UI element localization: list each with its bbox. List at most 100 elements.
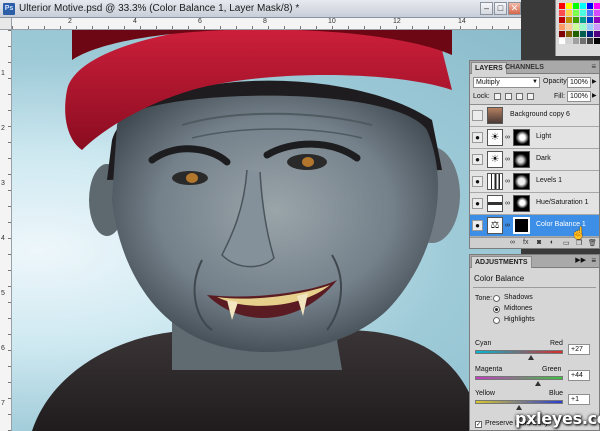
color-swatch[interactable]	[566, 3, 572, 9]
color-swatch[interactable]	[566, 10, 572, 16]
folder-icon[interactable]: ▭	[563, 239, 570, 247]
eye-icon[interactable]: ●	[472, 154, 483, 165]
color-swatch[interactable]	[580, 17, 586, 23]
layer-mask-thumbnail[interactable]	[513, 129, 530, 146]
color-swatch[interactable]	[559, 17, 565, 23]
color-swatch[interactable]	[587, 31, 593, 37]
color-swatch[interactable]	[566, 24, 572, 30]
color-swatch[interactable]	[559, 31, 565, 37]
color-swatch[interactable]	[580, 3, 586, 9]
color-swatch[interactable]	[566, 31, 572, 37]
color-swatch[interactable]	[566, 38, 572, 44]
close-button[interactable]: ✕	[508, 2, 521, 15]
opacity-slider-icon[interactable]: ▶	[592, 78, 597, 85]
fill-slider-icon[interactable]: ▶	[592, 92, 597, 99]
color-balance-thumbnail: ⚖	[487, 217, 503, 234]
eye-icon[interactable]: ●	[472, 220, 483, 231]
color-swatch[interactable]	[573, 17, 579, 23]
tab-channels[interactable]: CHANNELS	[502, 62, 547, 74]
color-swatch[interactable]	[594, 10, 600, 16]
fx-icon[interactable]: fx	[523, 239, 528, 246]
color-swatch[interactable]	[587, 24, 593, 30]
opacity-input[interactable]: 100%	[567, 77, 591, 88]
color-swatch[interactable]	[594, 24, 600, 30]
tone-shadows-radio[interactable]	[493, 295, 500, 302]
collapse-panel-icon[interactable]: ▶▶	[575, 256, 586, 264]
tab-adjustments[interactable]: ADJUSTMENTS	[471, 256, 532, 268]
lock-pixels-button[interactable]	[505, 93, 512, 100]
tone-highlights-radio[interactable]	[493, 317, 500, 324]
panel-menu-icon[interactable]: ≡	[591, 256, 596, 265]
color-swatch[interactable]	[587, 3, 593, 9]
magenta-green-input[interactable]: +44	[568, 370, 590, 381]
cyan-red-slider[interactable]	[475, 350, 563, 354]
color-swatch[interactable]	[594, 3, 600, 9]
color-swatch[interactable]	[594, 38, 600, 44]
maximize-button[interactable]: □	[494, 2, 507, 15]
color-swatch[interactable]	[580, 10, 586, 16]
visibility-toggle[interactable]	[472, 110, 483, 121]
fill-input[interactable]: 100%	[567, 91, 591, 102]
slider-right-label: Green	[542, 366, 562, 373]
color-swatch[interactable]	[587, 17, 593, 23]
color-swatch[interactable]	[566, 17, 572, 23]
eye-icon[interactable]: ●	[472, 176, 483, 187]
color-swatch[interactable]	[559, 3, 565, 9]
magenta-green-knob[interactable]	[535, 381, 542, 386]
layer-mask-thumbnail[interactable]	[513, 151, 530, 168]
link-icon[interactable]: ∞	[510, 239, 515, 246]
color-swatch[interactable]	[594, 17, 600, 23]
lock-position-button[interactable]	[516, 93, 523, 100]
color-swatch[interactable]	[573, 24, 579, 30]
adjustment-icon[interactable]: ◐	[550, 239, 554, 246]
minimize-button[interactable]: –	[480, 2, 493, 15]
mask-icon[interactable]: ◙	[537, 239, 541, 246]
layer-row[interactable]: Background copy 6	[470, 105, 599, 127]
lock-transparency-button[interactable]	[494, 93, 501, 100]
layer-row[interactable]: ● ☀ ∞ Dark	[470, 149, 599, 171]
tone-midtones-radio[interactable]	[493, 306, 500, 313]
lock-all-button[interactable]	[527, 93, 534, 100]
vertical-ruler[interactable]: 1 2 3 4 5 6 7	[0, 30, 12, 431]
adjustment-thumbnail: ☀	[487, 129, 503, 146]
image-canvas[interactable]	[12, 30, 521, 431]
cyan-red-knob[interactable]	[527, 355, 534, 360]
fill-label: Fill:	[554, 93, 565, 100]
color-swatch[interactable]	[573, 31, 579, 37]
document-titlebar[interactable]: Ps Ulterior Motive.psd @ 33.3% (Color Ba…	[0, 0, 521, 18]
trash-icon[interactable]: 🗑	[588, 239, 597, 247]
color-swatch[interactable]	[580, 31, 586, 37]
color-swatch[interactable]	[594, 31, 600, 37]
layer-name: Levels 1	[536, 177, 563, 184]
color-swatch[interactable]	[573, 3, 579, 9]
magenta-green-slider[interactable]	[475, 376, 563, 380]
layer-mask-thumbnail[interactable]	[513, 195, 530, 212]
layer-mask-thumbnail[interactable]	[513, 173, 530, 190]
layer-mask-thumbnail[interactable]	[513, 217, 530, 234]
color-swatch[interactable]	[573, 10, 579, 16]
cyan-red-input[interactable]: +27	[568, 344, 590, 355]
blend-mode-select[interactable]: Multiply ▼	[473, 77, 540, 88]
eye-icon[interactable]: ●	[472, 132, 483, 143]
color-swatch[interactable]	[587, 38, 593, 44]
color-swatch[interactable]	[573, 38, 579, 44]
layers-tab-bar: LAYERS CHANNELS ≡	[470, 61, 599, 74]
color-swatch[interactable]	[587, 10, 593, 16]
eye-icon[interactable]: ●	[472, 198, 483, 209]
panel-menu-icon[interactable]: ≡	[591, 62, 596, 71]
color-swatch[interactable]	[559, 38, 565, 44]
layer-row[interactable]: ● ☀ ∞ Light	[470, 127, 599, 149]
new-layer-icon[interactable]: ❐	[576, 239, 582, 247]
preserve-luminosity-checkbox[interactable]: ✓	[475, 421, 482, 428]
color-swatch[interactable]	[559, 10, 565, 16]
link-icon: ∞	[505, 222, 510, 229]
color-swatch[interactable]	[580, 24, 586, 30]
color-swatch[interactable]	[580, 38, 586, 44]
layer-row[interactable]: ● ∞ Levels 1	[470, 171, 599, 193]
yellow-blue-slider[interactable]	[475, 400, 563, 404]
horizontal-ruler[interactable]: 2 4 6 8 10 12 14	[12, 18, 521, 30]
layer-row[interactable]: ● ∞ Hue/Saturation 1	[470, 193, 599, 215]
yellow-blue-input[interactable]: +1	[568, 394, 590, 405]
color-swatch[interactable]	[559, 24, 565, 30]
ruler-origin[interactable]	[0, 18, 12, 30]
